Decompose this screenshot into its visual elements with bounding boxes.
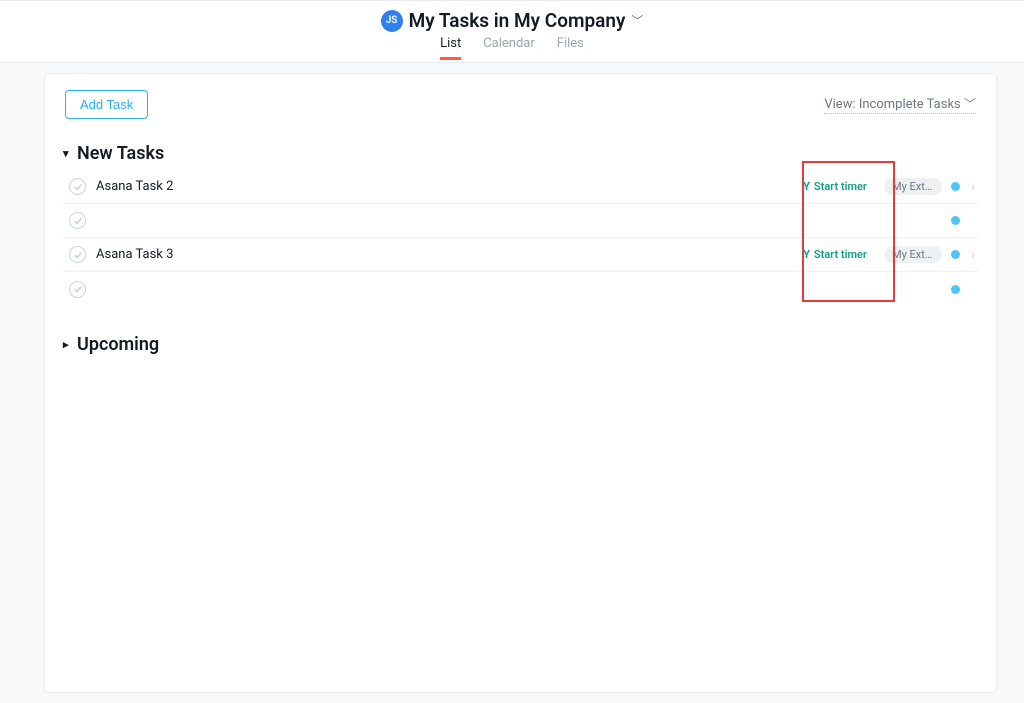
section-new-tasks-header[interactable]: ▾ New Tasks xyxy=(63,143,978,164)
tab-calendar[interactable]: Calendar xyxy=(483,36,535,60)
tabs: List Calendar Files xyxy=(440,36,584,60)
timer-label: Start timer xyxy=(814,180,867,193)
task-row-right: › xyxy=(836,272,978,306)
new-tasks-list: Asana Task 2 Y Start timer My Extern... … xyxy=(63,170,978,306)
timer-icon: Y xyxy=(803,180,810,193)
status-dot-col xyxy=(950,182,960,191)
status-dot xyxy=(951,250,960,259)
add-task-button[interactable]: Add Task xyxy=(65,90,148,119)
caret-right-icon: ▸ xyxy=(63,338,73,351)
status-dot-col xyxy=(950,285,960,294)
status-dot xyxy=(951,216,960,225)
complete-toggle[interactable] xyxy=(69,212,86,229)
start-timer-button[interactable]: Y Start timer xyxy=(794,180,876,193)
title-row: JS My Tasks in My Company ﹀ xyxy=(381,9,644,32)
page-title[interactable]: My Tasks in My Company xyxy=(409,9,626,32)
timer-icon: Y xyxy=(803,248,810,261)
toolbar: Add Task View: Incomplete Tasks ﹀ xyxy=(63,90,978,119)
status-dot-col xyxy=(950,250,960,259)
section-upcoming-header[interactable]: ▸ Upcoming xyxy=(63,334,978,355)
tab-files[interactable]: Files xyxy=(557,36,584,60)
status-dot-col xyxy=(950,216,960,225)
view-selector[interactable]: View: Incomplete Tasks ﹀ xyxy=(824,95,976,114)
check-icon xyxy=(73,182,83,192)
check-icon xyxy=(73,216,83,226)
avatar[interactable]: JS xyxy=(381,10,403,32)
project-pill[interactable]: My Extern... xyxy=(884,246,942,263)
project-pill[interactable]: My Extern... xyxy=(884,178,942,195)
complete-toggle[interactable] xyxy=(69,281,86,298)
chevron-right-icon[interactable]: › xyxy=(968,247,978,263)
section-title: Upcoming xyxy=(77,334,159,355)
check-icon xyxy=(73,250,83,260)
task-row[interactable]: › xyxy=(63,272,978,306)
top-header: JS My Tasks in My Company ﹀ List Calenda… xyxy=(0,0,1024,63)
view-selector-label: View: Incomplete Tasks xyxy=(824,97,964,112)
status-dot xyxy=(951,285,960,294)
chevron-down-icon: ﹀ xyxy=(964,97,976,111)
chevron-down-icon[interactable]: ﹀ xyxy=(631,12,643,29)
section-title: New Tasks xyxy=(77,143,164,164)
complete-toggle[interactable] xyxy=(69,178,86,195)
tab-list[interactable]: List xyxy=(440,36,461,60)
task-row-right: Y Start timer My Extern... › xyxy=(794,170,978,203)
main-panel: Add Task View: Incomplete Tasks ﹀ ▾ New … xyxy=(44,73,997,693)
chevron-right-icon[interactable]: › xyxy=(968,179,978,195)
task-row[interactable]: Asana Task 3 Y Start timer My Extern... … xyxy=(63,238,978,272)
start-timer-button[interactable]: Y Start timer xyxy=(794,248,876,261)
task-row[interactable]: Asana Task 2 Y Start timer My Extern... … xyxy=(63,170,978,204)
check-icon xyxy=(73,284,83,294)
timer-label: Start timer xyxy=(814,248,867,261)
task-row-right: › xyxy=(836,204,978,237)
task-row-right: Y Start timer My Extern... › xyxy=(794,238,978,271)
task-row[interactable]: › xyxy=(63,204,978,238)
status-dot xyxy=(951,182,960,191)
caret-down-icon: ▾ xyxy=(63,147,73,160)
complete-toggle[interactable] xyxy=(69,246,86,263)
